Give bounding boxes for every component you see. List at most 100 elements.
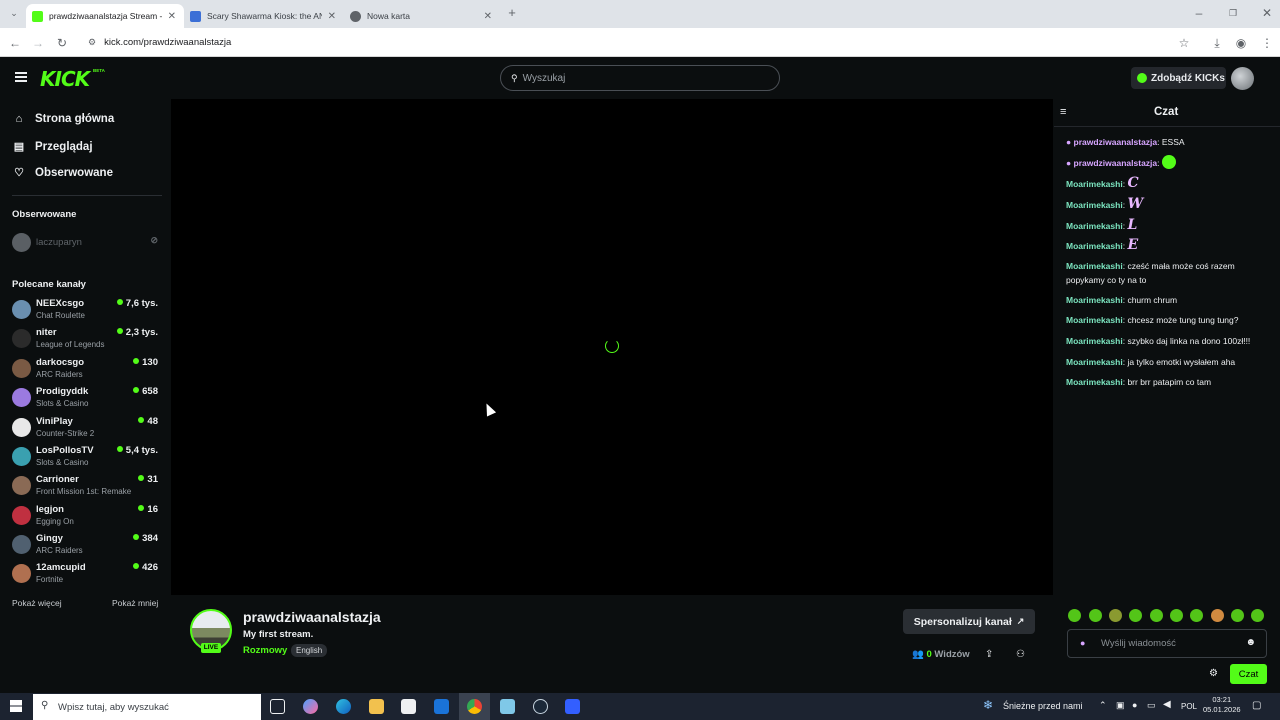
- browser-tab-1[interactable]: prawdziwaanalstazja Stream - V ✕: [26, 4, 184, 28]
- outlook-icon[interactable]: [434, 699, 449, 714]
- streamer-name[interactable]: prawdziwaanalstazja: [243, 609, 381, 625]
- mic-badge-icon: ●: [1066, 137, 1072, 147]
- reload-icon[interactable]: ↻: [53, 34, 71, 52]
- channel-avatar: [12, 476, 31, 495]
- emote-icon[interactable]: [1170, 609, 1183, 622]
- new-tab-button[interactable]: +: [503, 4, 521, 22]
- channel-avatar: [12, 388, 31, 407]
- recommended-channel-item[interactable]: Prodigyddk Slots & Casino 658: [12, 386, 162, 414]
- task-view-icon[interactable]: [270, 699, 285, 714]
- emote-icon[interactable]: [1089, 609, 1102, 622]
- weather-widget[interactable]: Śnieżne przed nami: [1003, 701, 1083, 711]
- sidebar-item-home[interactable]: ⌂ Strona główna: [12, 113, 115, 125]
- back-icon[interactable]: ←: [6, 34, 24, 52]
- microsoft-store-icon[interactable]: [401, 699, 416, 714]
- recommended-channel-item[interactable]: darkocsgo ARC Raiders 130: [12, 357, 162, 385]
- emote-icon[interactable]: [1231, 609, 1244, 622]
- minimize-icon[interactable]: –: [1190, 4, 1208, 22]
- channel-avatar: [12, 359, 31, 378]
- edge-browser-icon[interactable]: [336, 699, 351, 714]
- taskbar-search-input[interactable]: ⚲ Wpisz tutaj, aby wyszukać: [33, 694, 261, 720]
- forward-icon[interactable]: →: [29, 34, 47, 52]
- recommended-channel-item[interactable]: Gingy ARC Raiders 384: [12, 533, 162, 561]
- download-icon[interactable]: ⤓: [1208, 34, 1226, 52]
- steam-icon[interactable]: [533, 699, 548, 714]
- emote-icon[interactable]: [1129, 609, 1142, 622]
- emote-icon[interactable]: [1109, 609, 1122, 622]
- roblox-icon[interactable]: [565, 699, 580, 714]
- close-tab-icon[interactable]: ✕: [168, 11, 176, 22]
- emote-icon[interactable]: [1068, 609, 1081, 622]
- profile-icon[interactable]: ◉: [1232, 34, 1250, 52]
- live-dot-icon: [116, 299, 123, 305]
- channel-avatar: [12, 535, 31, 554]
- share-icon[interactable]: ⇪: [985, 649, 993, 660]
- show-more-link[interactable]: Pokaż więcej: [12, 598, 62, 608]
- network-icon[interactable]: ▭: [1147, 700, 1156, 711]
- microphone-icon[interactable]: ●: [1132, 700, 1137, 710]
- bookmark-star-icon[interactable]: ☆: [1175, 34, 1193, 52]
- chat-message-input[interactable]: ● Wyślij wiadomość ☻: [1067, 629, 1267, 658]
- site-info-icon[interactable]: ⚙: [88, 37, 96, 48]
- personalize-channel-button[interactable]: Spersonalizuj kanał ↗: [903, 609, 1035, 634]
- emoji-picker-icon[interactable]: ☻: [1245, 637, 1256, 648]
- chat-message: Moarimekashi: C: [1066, 175, 1139, 191]
- chat-message: Moarimekashi: L: [1066, 217, 1138, 233]
- volume-icon[interactable]: ◀: [1163, 699, 1171, 710]
- search-icon: ⚲: [41, 700, 49, 711]
- input-language-indicator[interactable]: POL: [1181, 702, 1197, 711]
- recommended-section-title: Polecane kanały: [12, 279, 86, 290]
- recommended-channel-item[interactable]: LosPollosTV Slots & Casino 5,4 tys.: [12, 445, 162, 473]
- language-tag[interactable]: English: [291, 644, 328, 657]
- live-dot-icon: [133, 534, 140, 540]
- notepad-icon[interactable]: [500, 699, 515, 714]
- search-input[interactable]: ⚲ Wyszukaj: [500, 65, 780, 91]
- sidebar-item-browse[interactable]: ▤ Przeglądaj: [12, 140, 93, 154]
- tray-chevron-icon[interactable]: ⌃: [1099, 700, 1107, 711]
- browser-address-bar: ← → ↻ ⚙ kick.com/prawdziwaanalstazja ☆ ⤓…: [0, 28, 1280, 57]
- file-explorer-icon[interactable]: [369, 699, 384, 714]
- stream-category-link[interactable]: Rozmowy: [243, 645, 287, 656]
- kick-logo[interactable]: KICK: [40, 67, 90, 91]
- tab-list-chevron-icon[interactable]: ⌄: [5, 4, 23, 22]
- close-window-icon[interactable]: ✕: [1258, 4, 1276, 22]
- sidebar-item-following[interactable]: ♡ Obserwowane: [12, 166, 113, 180]
- windows-start-icon[interactable]: [10, 700, 22, 712]
- browser-tab-3[interactable]: Nowa karta ✕: [344, 4, 500, 28]
- chat-send-button[interactable]: Czat: [1230, 664, 1267, 684]
- recommended-channel-item[interactable]: NEEXcsgo Chat Roulette 7,6 tys.: [12, 298, 162, 326]
- weather-snow-icon: ❄: [983, 698, 994, 712]
- collapse-chat-icon[interactable]: ≡: [1060, 106, 1066, 118]
- user-avatar[interactable]: [1231, 67, 1254, 90]
- emote-icon[interactable]: [1190, 609, 1203, 622]
- recommended-channel-item[interactable]: ViniPlay Counter-Strike 2 48: [12, 416, 162, 444]
- close-tab-icon[interactable]: ✕: [484, 11, 492, 22]
- url-field[interactable]: ⚙ kick.com/prawdziwaanalstazja: [80, 31, 1200, 53]
- taskbar-clock[interactable]: 03:21 05.01.2026: [1203, 695, 1241, 715]
- live-dot-icon: [116, 328, 123, 334]
- emote-icon[interactable]: [1211, 609, 1224, 622]
- browser-tab-2[interactable]: Scary Shawarma Kiosk: the ANO ✕: [184, 4, 344, 28]
- live-dot-icon: [133, 563, 140, 569]
- recommended-channel-item[interactable]: niter League of Legends 2,3 tys.: [12, 327, 162, 355]
- recommended-channel-item[interactable]: 12amcupid Fortnite 426: [12, 562, 162, 590]
- notifications-icon[interactable]: ▢: [1252, 700, 1261, 711]
- chrome-icon[interactable]: [467, 699, 482, 714]
- restore-icon[interactable]: ❐: [1224, 4, 1242, 22]
- recommended-channel-item[interactable]: Carrioner Front Mission 1st: Remake 31: [12, 474, 162, 502]
- viewer-count: 658: [133, 386, 158, 397]
- live-dot-icon: [138, 417, 145, 423]
- chat-settings-gear-icon[interactable]: ⚙: [1209, 668, 1218, 679]
- get-kicks-button[interactable]: Zdobądź KICKs: [1131, 67, 1226, 89]
- copilot-icon[interactable]: [303, 699, 318, 714]
- tray-app-icon[interactable]: ▣: [1116, 700, 1125, 711]
- show-less-link[interactable]: Pokaż mniej: [112, 598, 158, 608]
- menu-kebab-icon[interactable]: ⋮: [1258, 34, 1276, 52]
- close-tab-icon[interactable]: ✕: [328, 11, 336, 22]
- hamburger-menu-icon[interactable]: [15, 72, 27, 82]
- emote-icon[interactable]: [1251, 609, 1264, 622]
- followed-channel-item[interactable]: laczuparyn ⊘: [12, 231, 162, 259]
- follow-user-icon[interactable]: ⚇: [1016, 649, 1025, 660]
- recommended-channel-item[interactable]: legjon Egging On 16: [12, 504, 162, 532]
- emote-icon[interactable]: [1150, 609, 1163, 622]
